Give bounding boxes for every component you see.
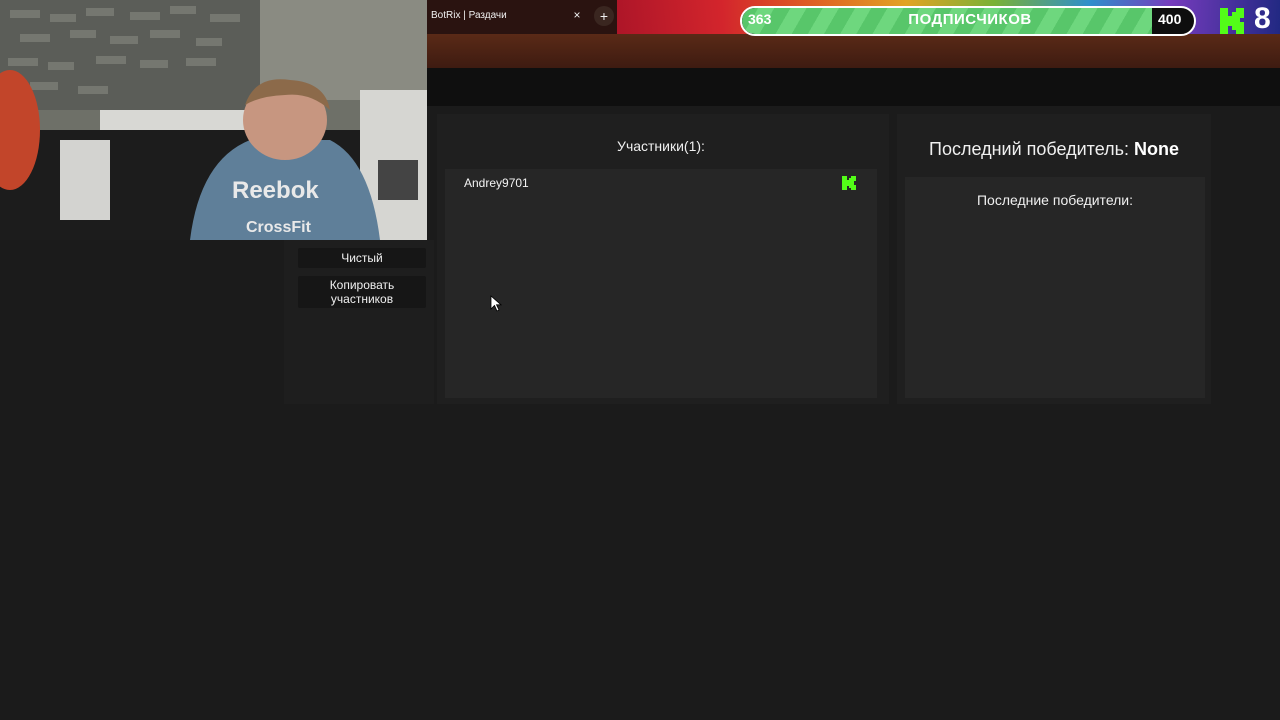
clear-button[interactable]: Чистый [298, 248, 426, 268]
webcam-image: Reebok CrossFit [0, 0, 427, 240]
last-winner-heading: Последний победитель: None [897, 139, 1211, 160]
participant-name[interactable]: Andrey9701 [464, 176, 529, 190]
close-tab-icon[interactable]: × [570, 7, 584, 23]
new-tab-button[interactable]: + [594, 6, 614, 26]
browser-toolbar [427, 34, 1280, 68]
last-winner-label: Последний победитель: [929, 139, 1134, 159]
subscriber-goal-target: 400 [1158, 11, 1182, 27]
shirt-text-crossfit: CrossFit [246, 219, 312, 236]
copy-button-label-line1: Копировать [329, 278, 395, 292]
copy-button-label-line2: участников [330, 292, 394, 306]
mouse-cursor-icon [490, 295, 502, 312]
tab-title[interactable]: BotRix | Раздачи [431, 10, 507, 21]
kick-follower-count: 8 [1254, 2, 1271, 35]
copy-participants-button[interactable]: Копировать участников [298, 276, 426, 308]
webcam-feed: Reebok CrossFit [0, 0, 427, 240]
last-winner-value: None [1134, 139, 1179, 159]
kick-icon [842, 176, 856, 190]
recent-winners-title: Последние победители: [976, 192, 1134, 208]
subscriber-goal-label: ПОДПИСЧИКОВ [908, 11, 1032, 28]
subscriber-current-count: 363 [748, 11, 772, 27]
participants-title: Участники(1): [617, 138, 705, 154]
shirt-text-reebok: Reebok [232, 177, 319, 204]
participants-list [445, 169, 877, 398]
address-bar[interactable] [427, 68, 1280, 106]
kick-icon [1220, 8, 1244, 34]
recent-winners-list [905, 177, 1205, 398]
